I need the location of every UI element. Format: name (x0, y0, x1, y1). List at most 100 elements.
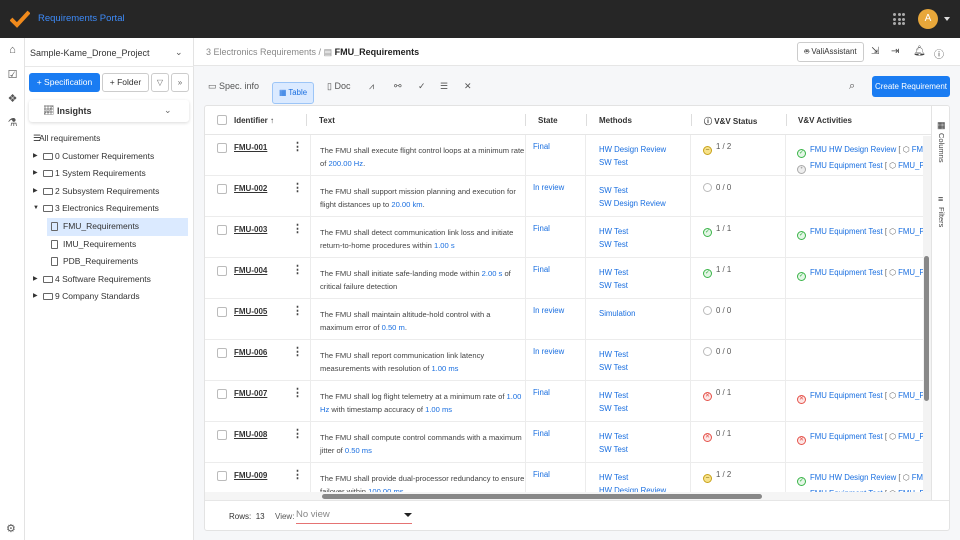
row-checkbox[interactable] (217, 471, 227, 481)
method-link[interactable]: Simulation (599, 307, 635, 320)
more-options-icon[interactable]: ⋮ (292, 427, 303, 440)
table-row[interactable]: FMU-007 ⋮ The FMU shall log flight telemet… (205, 381, 931, 422)
horizontal-scrollbar[interactable] (205, 492, 931, 500)
method-link[interactable]: HW Design Review (599, 143, 666, 156)
method-link[interactable]: SW Test (599, 279, 628, 292)
activity-name[interactable]: FMU Equipment Test (810, 161, 883, 170)
method-link[interactable]: HW Test (599, 389, 628, 402)
apps-grid-icon[interactable] (893, 13, 905, 25)
tree-item[interactable]: ▶ 0 Customer Requirements (25, 148, 194, 166)
tab-spec-info[interactable]: ▭ Spec. info (208, 75, 259, 97)
chevron-down-icon[interactable]: ⌄ (175, 47, 183, 58)
requirement-id-link[interactable]: FMU-004 (234, 266, 267, 275)
caret-down-icon[interactable] (944, 17, 950, 24)
requirement-text[interactable]: The FMU shall initiate safe-landing mode… (320, 267, 525, 293)
activity-item[interactable]: ✕ FMU Equipment Test [ ⬡ FMU_P (797, 429, 923, 445)
requirement-id-link[interactable]: FMU-001 (234, 143, 267, 152)
activity-name[interactable]: FMU HW Design Review (810, 473, 896, 482)
activity-target-link[interactable]: FMU_P (898, 161, 923, 170)
tree-item[interactable]: ☰ All requirements (25, 130, 194, 148)
caret-right-icon[interactable]: ▶ (33, 148, 38, 166)
caret-right-icon[interactable]: ▶ (33, 271, 38, 289)
more-options-icon[interactable]: ⋮ (292, 222, 303, 235)
table-row[interactable]: FMU-009 ⋮ The FMU shall provide dual-proce… (205, 463, 931, 493)
add-specification-button[interactable]: + Specification (29, 73, 100, 92)
method-link[interactable]: SW Test (599, 361, 628, 374)
more-options-icon[interactable]: ⋮ (292, 345, 303, 358)
activity-target-link[interactable]: FMU_P (898, 227, 923, 236)
state-value[interactable]: Final (533, 265, 550, 274)
method-link[interactable]: SW Test (599, 156, 666, 169)
settings-gear-icon[interactable]: ⚙ (6, 522, 16, 535)
requirement-text[interactable]: The FMU shall maintain altitude-hold con… (320, 308, 525, 334)
col-state[interactable]: State (538, 116, 558, 125)
tree-item[interactable]: ▶ 2 Subsystem Requirements (25, 183, 194, 201)
method-link[interactable]: HW Test (599, 471, 666, 484)
project-selector[interactable]: Sample-Kame_Drone_Project (30, 48, 150, 58)
method-link[interactable]: SW Test (599, 184, 666, 197)
requirement-text[interactable]: The FMU shall log flight telemetry at a … (320, 390, 525, 416)
parameter-value[interactable]: 1.00 s (434, 241, 455, 250)
tree-item[interactable]: ▶ 9 Company Standards (25, 288, 194, 306)
method-link[interactable]: HW Test (599, 430, 628, 443)
avatar[interactable]: A (918, 9, 938, 29)
test-tube-icon[interactable]: ⚗ (6, 117, 19, 130)
trace-view-icon[interactable]: ✕ (464, 75, 472, 97)
more-options-icon[interactable]: ⋮ (292, 386, 303, 399)
check-view-icon[interactable]: ✓ (418, 75, 426, 97)
activity-name[interactable]: FMU Equipment Test (810, 227, 883, 236)
method-link[interactable]: SW Test (599, 402, 628, 415)
caret-down-icon[interactable]: ▼ (33, 200, 39, 218)
caret-right-icon[interactable]: ▶ (33, 165, 38, 183)
state-value[interactable]: In review (533, 306, 564, 315)
state-value[interactable]: Final (533, 224, 550, 233)
import-icon[interactable]: ⇲ (871, 46, 879, 57)
graph-view-icon[interactable]: ⚯ (394, 75, 402, 97)
state-value[interactable]: In review (533, 183, 564, 192)
tab-table[interactable]: ▦ Table (272, 82, 315, 104)
view-select[interactable]: No view (296, 506, 412, 524)
activity-target-link[interactable]: FMU_P (912, 145, 923, 154)
requirement-text[interactable]: The FMU shall execute flight control loo… (320, 144, 525, 170)
tree-item[interactable]: FMU_Requirements (47, 217, 188, 236)
table-row[interactable]: FMU-002 ⋮ The FMU shall support mission pl… (205, 176, 931, 217)
table-row[interactable]: FMU-005 ⋮ The FMU shall maintain altitude-… (205, 299, 931, 340)
method-link[interactable]: SW Test (599, 443, 628, 456)
create-requirement-button[interactable]: Create Requirement (872, 76, 950, 97)
more-options-icon[interactable]: ⋮ (292, 140, 303, 153)
insights-panel[interactable]: 📈︎ Insights ⌄ (29, 100, 189, 122)
col-identifier[interactable]: Identifier ↑ (234, 116, 274, 125)
help-icon[interactable]: ⓘ (934, 46, 944, 61)
method-link[interactable]: HW Test (599, 225, 628, 238)
activity-item[interactable]: ✕ FMU Equipment Test [ ⬡ FMU_P (797, 388, 923, 404)
requirement-text[interactable]: The FMU shall support mission planning a… (320, 185, 525, 211)
more-options-icon[interactable]: ⋮ (292, 181, 303, 194)
activity-target-link[interactable]: FMU_P (898, 432, 923, 441)
tree-item[interactable]: ▶ 1 System Requirements (25, 165, 194, 183)
chart-view-icon[interactable]: ⩘ (369, 75, 374, 97)
parameter-value[interactable]: 1.00 Hz (320, 392, 521, 414)
more-options-icon[interactable]: ⋮ (292, 263, 303, 276)
cubes-icon[interactable]: ❖ (6, 93, 19, 106)
filter-lines-icon[interactable]: ≡ (938, 194, 943, 204)
state-value[interactable]: Final (533, 388, 550, 397)
activity-target-link[interactable]: FMU_P (898, 391, 923, 400)
clipboard-check-icon[interactable]: ☑ (6, 69, 19, 82)
requirement-text[interactable]: The FMU shall provide dual-processor red… (320, 472, 525, 493)
parameter-value[interactable]: 20.00 km (391, 200, 422, 209)
activity-name[interactable]: FMU HW Design Review (810, 145, 896, 154)
requirement-id-link[interactable]: FMU-003 (234, 225, 267, 234)
export-icon[interactable]: ⇥ (891, 46, 899, 57)
method-link[interactable]: SW Test (599, 238, 628, 251)
more-options-icon[interactable]: ⋮ (292, 304, 303, 317)
select-all-checkbox[interactable] (217, 115, 227, 125)
row-checkbox[interactable] (217, 348, 227, 358)
columns-tab[interactable]: Columns (937, 133, 946, 163)
filter-icon[interactable]: ▽ (151, 73, 169, 92)
row-checkbox[interactable] (217, 143, 227, 153)
col-vv-status[interactable]: ⓘ V&V Status (704, 116, 757, 127)
row-checkbox[interactable] (217, 389, 227, 399)
col-vv-activities[interactable]: V&V Activities (798, 116, 852, 125)
requirement-text[interactable]: The FMU shall compute control commands w… (320, 431, 525, 457)
state-value[interactable]: Final (533, 142, 550, 151)
